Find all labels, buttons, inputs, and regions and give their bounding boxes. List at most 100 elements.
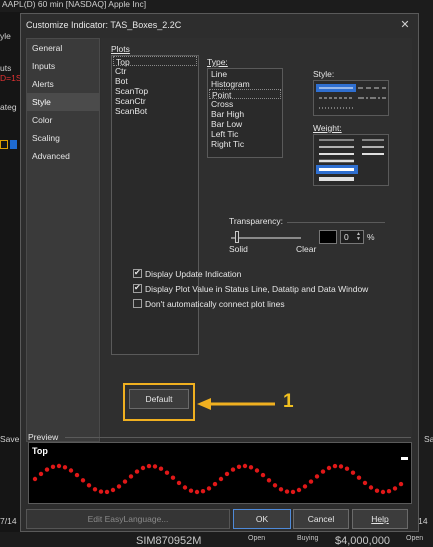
background-fragment: uts (0, 63, 12, 73)
tab-style[interactable]: Style (27, 93, 99, 111)
preview-dot (140, 465, 146, 471)
line-weight-selector[interactable] (313, 134, 389, 186)
tab-alerts[interactable]: Alerts (27, 75, 99, 93)
display-update-indication-checkbox[interactable]: ✔ Display Update Indication (133, 268, 241, 280)
plot-item[interactable]: ScanBot (112, 106, 198, 116)
type-item[interactable]: Point (209, 89, 281, 100)
preview-dot (122, 479, 128, 484)
type-item[interactable]: Left Tic (208, 129, 282, 139)
transparency-divider (287, 222, 385, 223)
transparency-slider-thumb[interactable] (235, 231, 239, 243)
type-item[interactable]: Line (208, 69, 282, 79)
plot-item[interactable]: ScanTop (112, 86, 198, 96)
type-item[interactable]: Right Tic (208, 139, 282, 149)
line-style-options[interactable] (314, 81, 388, 115)
background-fragment: Save (424, 434, 433, 444)
settings-tab-list: General Inputs Alerts Style Color Scalin… (26, 38, 100, 442)
preview-dot (116, 484, 122, 489)
background-marker (0, 140, 8, 149)
preview-dot (242, 463, 248, 469)
percent-unit: % (367, 232, 375, 242)
tab-inputs[interactable]: Inputs (27, 57, 99, 75)
preview-dot (38, 471, 44, 477)
preview-dot (176, 480, 182, 486)
display-plot-value-checkbox[interactable]: ✔ Display Plot Value in Status Line, Data… (133, 283, 368, 295)
preview-dot (158, 466, 164, 471)
line-weight-options[interactable] (314, 135, 388, 185)
preview-dot (266, 478, 272, 483)
preview-dot (398, 481, 404, 487)
background-fragment: D=1S (0, 73, 22, 83)
plot-item[interactable]: Ctr (112, 66, 198, 76)
solid-label: Solid (229, 244, 248, 254)
open-label: Open (406, 535, 424, 542)
preview-dot (200, 489, 206, 494)
plot-item[interactable]: Bot (112, 76, 198, 86)
type-list[interactable]: Line Histogram Point Cross Bar High Bar … (207, 68, 283, 158)
preview-dot (86, 483, 92, 488)
ok-button[interactable]: OK (233, 509, 291, 529)
help-button[interactable]: Help (352, 509, 408, 529)
plot-item[interactable]: ScanCtr (112, 96, 198, 106)
tab-general[interactable]: General (27, 39, 99, 57)
preview-dot (368, 485, 374, 490)
preview-dot (194, 489, 200, 495)
line-style-selector[interactable] (313, 80, 389, 116)
buying-power-value: $4,000,000 (335, 535, 391, 547)
clear-label: Clear (296, 244, 317, 254)
plot-item[interactable]: Top (113, 56, 197, 67)
preview-dot (380, 489, 386, 495)
checkbox-checked[interactable]: ✔ (133, 283, 142, 293)
type-item[interactable]: Bar High (208, 109, 282, 119)
buying-label: Buying (297, 535, 319, 542)
preview-dot (56, 463, 62, 469)
background-fragment: 7/14 (0, 516, 17, 526)
transparency-value: 0 (344, 232, 349, 242)
preview-dot (236, 464, 242, 469)
default-button[interactable]: Default (129, 389, 189, 409)
open-label: Open (248, 535, 266, 542)
preview-dot (374, 488, 380, 493)
preview-dot (80, 478, 86, 483)
checkbox-unchecked[interactable] (133, 299, 142, 308)
check-icon: ✔ (134, 283, 141, 292)
tab-scaling[interactable]: Scaling (27, 129, 99, 147)
preview-dot (134, 469, 140, 474)
preview-dot (314, 474, 320, 479)
preview-label: Preview (28, 432, 59, 442)
plots-list[interactable]: Top Ctr Bot ScanTop ScanCtr ScanBot (111, 55, 199, 355)
spin-arrows-icon[interactable]: ▲ ▼ (355, 232, 362, 242)
preview-dot (218, 476, 224, 482)
edit-easylanguage-button[interactable]: Edit EasyLanguage... (26, 509, 230, 529)
preview-dot (386, 489, 392, 494)
preview-dot (290, 489, 296, 495)
preview-dot (278, 487, 284, 492)
transparency-slider-track[interactable] (231, 237, 301, 239)
preview-dot (188, 488, 194, 493)
close-icon[interactable]: ✕ (398, 18, 412, 32)
background-fragment: ateg (0, 102, 17, 112)
preview-dot (32, 476, 38, 482)
type-item[interactable]: Cross (208, 99, 282, 109)
preview-dot (206, 486, 212, 491)
preview-dot (302, 484, 308, 489)
transparency-color-swatch[interactable] (319, 230, 337, 244)
tab-color[interactable]: Color (27, 111, 99, 129)
checkbox-label: Don't automatically connect plot lines (145, 299, 285, 309)
type-item[interactable]: Bar Low (208, 119, 282, 129)
preview-dot (146, 463, 152, 469)
checkbox-checked[interactable]: ✔ (133, 268, 142, 278)
preview-dot (362, 480, 368, 486)
preview-dot (272, 483, 278, 488)
preview-dot (68, 468, 74, 473)
preview-dot (170, 475, 176, 480)
cancel-button[interactable]: Cancel (293, 509, 349, 529)
checkbox-label: Display Plot Value in Status Line, Datat… (145, 284, 369, 294)
dont-connect-plot-lines-checkbox[interactable]: Don't automatically connect plot lines (133, 298, 285, 310)
preview-dot (296, 487, 302, 493)
preview-divider (65, 437, 411, 438)
preview-dot (254, 468, 260, 473)
transparency-spinbox[interactable]: 0 ▲ ▼ (340, 230, 364, 244)
tab-advanced[interactable]: Advanced (27, 147, 99, 165)
type-item[interactable]: Histogram (208, 79, 282, 89)
